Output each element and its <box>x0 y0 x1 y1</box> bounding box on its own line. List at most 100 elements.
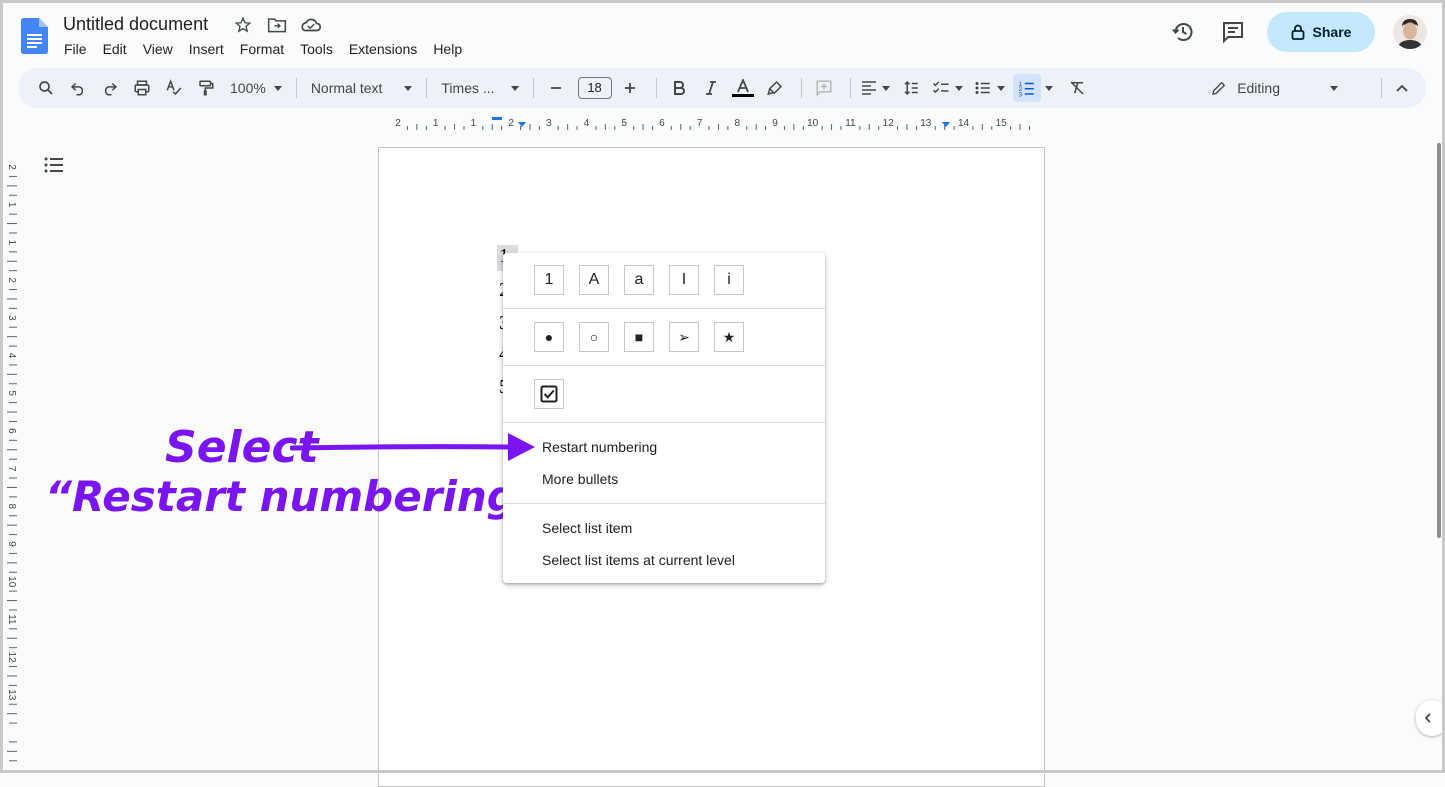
ruler-label: 15 <box>996 118 1008 129</box>
menu-extensions[interactable]: Extensions <box>341 40 425 58</box>
menu-bar: File Edit View Insert Format Tools Exten… <box>56 40 470 58</box>
lock-icon <box>1291 24 1304 40</box>
bold-icon[interactable] <box>665 74 693 102</box>
numbered-list-icon[interactable]: 123 <box>1012 74 1041 102</box>
ruler-label: 3 <box>6 315 17 321</box>
decrease-font-size-icon[interactable] <box>542 74 570 102</box>
line-spacing-icon[interactable] <box>897 74 925 102</box>
align-icon[interactable] <box>859 74 893 102</box>
ruler-label: 6 <box>659 118 665 129</box>
header: Untitled document File Edit View Insert … <box>0 0 1445 66</box>
annotation-arrow-icon <box>290 433 535 461</box>
docs-logo-icon[interactable] <box>21 18 48 54</box>
vertical-scrollbar[interactable] <box>1437 143 1441 538</box>
style-dropdown[interactable]: Normal text <box>305 74 419 102</box>
toolbar-divider <box>800 78 802 98</box>
menu-format[interactable]: Format <box>232 40 292 58</box>
comments-icon[interactable] <box>1213 12 1253 52</box>
print-icon[interactable] <box>128 74 156 102</box>
chevron-down-icon[interactable] <box>1044 85 1053 91</box>
version-history-icon[interactable] <box>1163 12 1203 52</box>
undo-icon[interactable] <box>64 74 92 102</box>
bullet-option-square[interactable]: ■ <box>624 322 654 352</box>
menu-divider <box>503 422 825 423</box>
menu-view[interactable]: View <box>135 40 181 58</box>
annotation-restart-numbering: “Restart numbering” <box>45 472 544 521</box>
chevron-down-icon <box>510 85 519 91</box>
document-title[interactable]: Untitled document <box>63 14 208 35</box>
toolbar-divider <box>426 78 428 98</box>
ruler-label: 8 <box>735 118 741 129</box>
numbering-option-decimal[interactable]: 1 <box>534 265 564 295</box>
move-to-folder-icon[interactable] <box>266 14 288 36</box>
ruler-label: 1 <box>6 202 17 208</box>
chevron-down-icon <box>273 85 282 91</box>
font-dropdown[interactable]: Times ... <box>435 74 524 102</box>
ruler-label: 6 <box>6 428 17 434</box>
collapse-icon[interactable] <box>1388 74 1416 102</box>
menu-insert[interactable]: Insert <box>181 40 232 58</box>
editing-mode-dropdown[interactable]: Editing <box>1203 74 1346 102</box>
numbering-option-upper-roman[interactable]: I <box>669 265 699 295</box>
title-icons <box>232 14 322 36</box>
share-button[interactable]: Share <box>1267 12 1375 52</box>
bullet-option-arrow[interactable]: ➢ <box>669 322 699 352</box>
toolbar-divider <box>849 78 851 98</box>
redo-icon[interactable] <box>96 74 124 102</box>
chevron-left-icon <box>1424 713 1431 723</box>
insert-comment-icon[interactable] <box>810 74 838 102</box>
toolbar-divider <box>1381 78 1382 98</box>
top-ruler[interactable]: 2 1 1 2 3 4 5 6 7 8 9 10 11 12 13 14 15 <box>378 114 1048 132</box>
toolbar-divider <box>532 78 534 98</box>
bullet-option-circle[interactable]: ○ <box>579 322 609 352</box>
menu-file[interactable]: File <box>56 40 95 58</box>
numbering-option-lower-roman[interactable]: i <box>714 265 744 295</box>
avatar[interactable] <box>1393 15 1427 49</box>
increase-font-size-icon[interactable] <box>616 74 644 102</box>
bulleted-list-icon[interactable] <box>971 74 1009 102</box>
zoom-dropdown[interactable]: 100% <box>224 74 288 102</box>
ruler-label: 2 <box>395 118 401 129</box>
select-list-items-level[interactable]: Select list items at current level <box>542 552 735 568</box>
star-icon[interactable] <box>232 14 254 36</box>
menu-edit[interactable]: Edit <box>95 40 135 58</box>
paint-format-icon[interactable] <box>192 74 220 102</box>
clear-formatting-icon[interactable] <box>1063 74 1091 102</box>
text-color-icon[interactable] <box>729 74 757 102</box>
restart-numbering-item[interactable]: Restart numbering <box>542 439 657 455</box>
left-indent-marker[interactable] <box>518 122 526 127</box>
ruler-label: 4 <box>584 118 590 129</box>
first-line-indent-marker[interactable] <box>492 117 502 120</box>
ruler-label: 8 <box>6 504 17 510</box>
spellcheck-icon[interactable] <box>160 74 188 102</box>
checkbox-options <box>534 379 564 409</box>
ruler-label: 5 <box>621 118 627 129</box>
select-list-item[interactable]: Select list item <box>542 520 632 536</box>
highlight-icon[interactable] <box>761 74 789 102</box>
document-outline-icon[interactable] <box>42 154 66 178</box>
ruler-label: 11 <box>845 118 856 129</box>
italic-icon[interactable] <box>697 74 725 102</box>
more-bullets-item[interactable]: More bullets <box>542 471 618 487</box>
chevron-down-icon <box>1330 85 1338 91</box>
numbering-option-lower-alpha[interactable]: a <box>624 265 654 295</box>
ruler-label: 1 <box>471 118 477 129</box>
ruler-label: 4 <box>6 353 17 359</box>
left-ruler[interactable]: 2112345678910111213 <box>3 140 19 770</box>
right-indent-marker[interactable] <box>942 122 950 127</box>
ruler-label: 2 <box>6 277 17 283</box>
numbering-option-upper-alpha[interactable]: A <box>579 265 609 295</box>
cloud-saved-icon[interactable] <box>300 14 322 36</box>
font-size-input[interactable]: 18 <box>577 77 612 99</box>
bullet-option-disc[interactable]: ● <box>534 322 564 352</box>
menu-divider <box>503 503 825 504</box>
menu-help[interactable]: Help <box>425 40 470 58</box>
checklist-icon[interactable] <box>929 74 967 102</box>
share-label: Share <box>1312 24 1352 40</box>
search-icon[interactable] <box>32 74 60 102</box>
checkbox-option[interactable] <box>534 379 564 409</box>
side-panel-toggle[interactable] <box>1416 700 1445 736</box>
svg-text:3: 3 <box>1018 92 1022 97</box>
bullet-option-star[interactable]: ★ <box>714 322 744 352</box>
menu-tools[interactable]: Tools <box>292 40 341 58</box>
